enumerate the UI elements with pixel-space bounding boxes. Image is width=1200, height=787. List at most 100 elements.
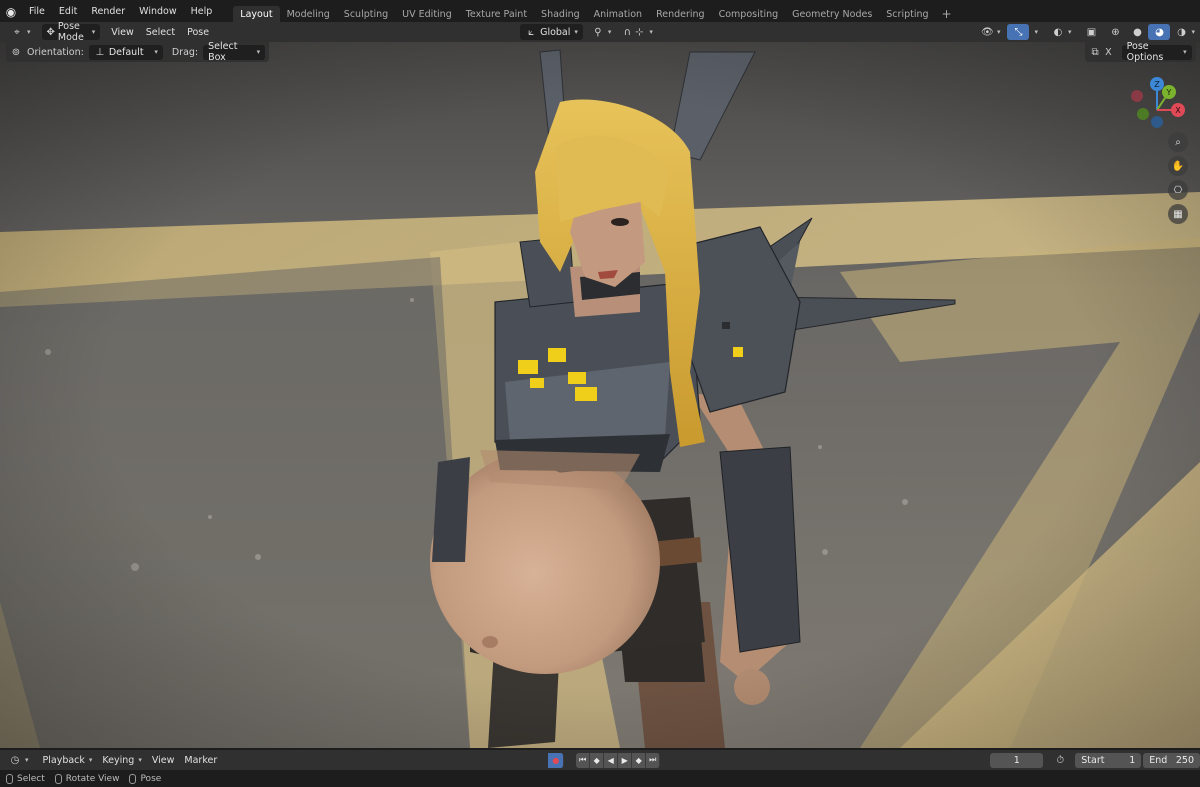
- start-frame-label: Start: [1081, 754, 1105, 766]
- mirror-icon[interactable]: ⧉: [1089, 47, 1101, 58]
- playback-label: Playback: [42, 754, 85, 766]
- pivot-point-dropdown[interactable]: ⚲ ▾: [587, 24, 617, 40]
- magnifier-icon: ⌕: [1175, 136, 1181, 148]
- play-reverse-button[interactable]: ◀: [604, 752, 619, 768]
- xray-icon: ▣: [1086, 26, 1097, 38]
- orientation-dropdown[interactable]: ⊥ Default ▾: [88, 44, 163, 60]
- shading-solid-button[interactable]: ●: [1126, 24, 1148, 40]
- pan-view-button[interactable]: ✋: [1168, 156, 1188, 176]
- status-bar: Select Rotate View Pose: [0, 770, 1200, 787]
- drag-label: Drag:: [171, 46, 199, 58]
- chevron-down-icon: ▾: [1034, 28, 1038, 36]
- viewport-render: [0, 42, 1200, 748]
- 3d-viewport[interactable]: Z Y X ⌕ ✋ ⎔ ▦: [0, 42, 1200, 748]
- prev-keyframe-button[interactable]: ◆: [590, 752, 605, 768]
- drag-dropdown[interactable]: Select Box ▾: [203, 41, 266, 63]
- gizmo-dropdown[interactable]: ▾: [1029, 24, 1043, 40]
- mouse-left-icon: [6, 773, 13, 784]
- status-rotate-label: Rotate View: [65, 773, 120, 784]
- end-frame-field[interactable]: End 250: [1143, 752, 1200, 768]
- menu-render[interactable]: Render: [84, 2, 132, 22]
- timeline-header: ◷ ▾ Playback ▾ Keying ▾ View Marker ● ⏮ ◆ ◀…: [0, 750, 1200, 770]
- camera-view-button[interactable]: ⎔: [1168, 180, 1188, 200]
- orientation-label: Orientation:: [27, 46, 84, 58]
- use-preview-range-toggle[interactable]: ⏱: [1049, 755, 1071, 766]
- axis-neg-x-handle[interactable]: [1131, 90, 1143, 102]
- start-frame-value: 1: [1129, 754, 1136, 766]
- menu-select[interactable]: Select: [141, 24, 180, 40]
- editor-type-dropdown[interactable]: ⌖ ▾: [6, 24, 36, 40]
- status-pose-label: Pose: [140, 773, 162, 784]
- navigation-gizmo[interactable]: Z Y X: [1125, 72, 1195, 142]
- eye-icon: 👁: [980, 26, 994, 38]
- timeline-view-menu[interactable]: View: [147, 755, 180, 766]
- prev-keyframe-icon: ◆: [593, 755, 600, 765]
- viewport-header: ⌖ ▾ ✥ Pose Mode ▾ View Select Pose ⟀ Glob…: [0, 21, 1200, 43]
- chevron-down-icon: ▾: [25, 756, 29, 764]
- rendered-sphere-icon: ◑: [1177, 26, 1186, 38]
- chevron-down-icon: ▾: [1183, 48, 1187, 56]
- overlays-toggle[interactable]: ◐ ▾: [1047, 24, 1077, 40]
- chevron-down-icon: ▾: [88, 756, 93, 764]
- end-frame-value: 250: [1175, 754, 1194, 766]
- tool-settings-bar: ⊚ Orientation: ⊥ Default ▾ Drag: Select …: [0, 41, 1200, 63]
- pose-options-dropdown[interactable]: Pose Options ▾: [1121, 41, 1192, 63]
- menu-help[interactable]: Help: [184, 2, 220, 22]
- record-icon: ●: [552, 755, 560, 765]
- zoom-view-button[interactable]: ⌕: [1168, 132, 1188, 152]
- playback-menu[interactable]: Playback ▾: [38, 755, 98, 766]
- shading-wireframe-button[interactable]: ⊕: [1104, 24, 1126, 40]
- blender-logo-icon[interactable]: ◉: [0, 0, 22, 24]
- shading-material-button[interactable]: ◕: [1148, 24, 1171, 40]
- menu-view[interactable]: View: [106, 24, 139, 40]
- mode-label: Pose Mode: [57, 21, 84, 43]
- mouse-middle-icon: [54, 773, 62, 784]
- keying-label: Keying: [102, 754, 135, 766]
- shading-rendered-button[interactable]: ◑ ▾: [1170, 24, 1200, 40]
- drag-dropdown-value: Select Box: [208, 41, 238, 63]
- jump-end-button[interactable]: ⏭: [646, 752, 661, 768]
- snap-toggle[interactable]: ∩ ⊹ ▾: [616, 24, 658, 40]
- axis-neg-y-handle[interactable]: [1137, 108, 1149, 120]
- current-frame-field[interactable]: 1: [990, 752, 1044, 768]
- overlays-icon: ◐: [1053, 26, 1063, 38]
- menu-file[interactable]: File: [22, 2, 52, 22]
- chevron-down-icon: ▾: [27, 28, 31, 36]
- camera-icon: ⎔: [1173, 184, 1183, 196]
- mouse-right-icon: [129, 773, 137, 784]
- axis-z-label: Z: [1154, 80, 1160, 89]
- pose-options-label: Pose Options: [1126, 41, 1164, 63]
- hand-icon: ✋: [1171, 160, 1185, 172]
- grid-icon: ▦: [1173, 208, 1183, 220]
- xray-toggle[interactable]: ▣: [1080, 24, 1102, 40]
- perspective-toggle-button[interactable]: ▦: [1168, 204, 1188, 224]
- jump-start-button[interactable]: ⏮: [576, 752, 591, 768]
- start-frame-field[interactable]: Start 1: [1075, 752, 1142, 768]
- add-workspace-button[interactable]: +: [936, 7, 958, 21]
- magnet-icon: ∩: [623, 26, 632, 38]
- orientation-value: Global: [540, 26, 571, 38]
- visibility-dropdown[interactable]: 👁 ▾: [976, 24, 1006, 40]
- editor-type-icon: ⌖: [14, 26, 20, 38]
- transform-orientation-dropdown[interactable]: ⟀ Global ▾: [520, 24, 583, 40]
- next-keyframe-button[interactable]: ◆: [632, 752, 647, 768]
- auto-keying-toggle[interactable]: ●: [548, 752, 565, 768]
- menu-window[interactable]: Window: [132, 2, 183, 22]
- jump-end-icon: ⏭: [649, 755, 657, 764]
- record-group: ●: [548, 752, 565, 768]
- menu-pose[interactable]: Pose: [182, 24, 214, 40]
- menu-edit[interactable]: Edit: [52, 2, 84, 22]
- mirror-x-toggle[interactable]: X: [1101, 47, 1116, 58]
- timeline-editor-type-dropdown[interactable]: ◷ ▾: [4, 755, 34, 766]
- keying-menu[interactable]: Keying ▾: [97, 755, 146, 766]
- orientation-icon: ⟀: [528, 26, 535, 38]
- axis-neg-z-handle[interactable]: [1151, 116, 1163, 128]
- play-button[interactable]: ▶: [618, 752, 633, 768]
- snap-target-icon: ⊹: [635, 26, 644, 38]
- gizmo-toggle[interactable]: ⤡: [1007, 24, 1030, 40]
- tool-settings-left-group: ⊚ Orientation: ⊥ Default ▾ Drag: Select …: [6, 41, 270, 63]
- marker-menu[interactable]: Marker: [179, 755, 222, 766]
- jump-start-icon: ⏮: [579, 755, 587, 764]
- transform-pivot-icon[interactable]: ⊚: [10, 47, 22, 58]
- mode-dropdown[interactable]: ✥ Pose Mode ▾: [41, 21, 101, 43]
